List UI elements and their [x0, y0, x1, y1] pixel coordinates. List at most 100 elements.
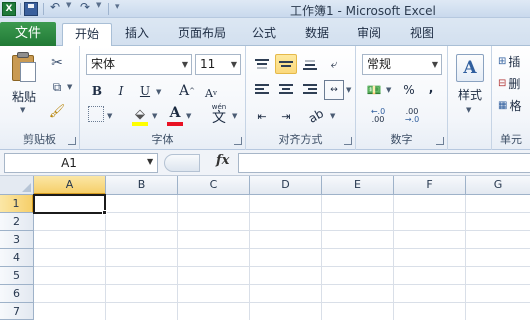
- styles-button[interactable]: 样式: [452, 86, 488, 102]
- comma-style-button[interactable]: ,: [424, 78, 438, 98]
- orientation-icon[interactable]: ab: [302, 102, 329, 129]
- increase-decimal-button[interactable]: ←.0.00: [364, 106, 392, 126]
- fill-color-icon[interactable]: ⬙: [130, 104, 150, 124]
- alignment-dialog-launcher-icon[interactable]: [344, 137, 352, 145]
- chevron-down-icon: ▼: [181, 60, 188, 69]
- tab-review[interactable]: 审阅: [348, 23, 390, 46]
- font-color-icon[interactable]: A: [166, 104, 184, 122]
- styles-dropdown-icon[interactable]: ▼: [466, 106, 471, 114]
- tab-insert[interactable]: 插入: [115, 23, 159, 46]
- worksheet-grid[interactable]: A B C D E F G 1 2 3 4 5 6 7: [0, 176, 530, 320]
- accounting-format-icon[interactable]: 💵: [364, 80, 384, 100]
- insert-cells-button[interactable]: ⊞ 插: [498, 52, 530, 70]
- styles-icon[interactable]: A: [456, 54, 484, 82]
- copy-icon[interactable]: ⧉: [48, 78, 66, 96]
- phonetic-dropdown-icon[interactable]: ▼: [232, 112, 237, 120]
- align-center-icon[interactable]: [276, 80, 296, 100]
- number-format-select[interactable]: 常规 ▼: [362, 54, 442, 75]
- borders-icon[interactable]: [88, 106, 104, 122]
- column-header-g[interactable]: G: [466, 176, 530, 195]
- font-name-select[interactable]: 宋体 ▼: [86, 54, 192, 75]
- formula-input[interactable]: [238, 153, 530, 173]
- ribbon-home: 粘贴 ▼ ✂ ⧉ ▼ 🖌 剪贴板 宋体 ▼ 11 ▼ B I U ▼ A ^ Av…: [0, 46, 530, 150]
- tab-page-layout[interactable]: 页面布局: [166, 23, 238, 46]
- fill-handle[interactable]: [102, 210, 107, 215]
- row-header-4[interactable]: 4: [0, 249, 34, 267]
- formula-bar: A1 ▼ fx: [0, 150, 530, 176]
- wrap-text-icon[interactable]: ⤶: [324, 54, 344, 74]
- insert-function-icon[interactable]: fx: [216, 153, 229, 168]
- cells-group-label: 单元: [500, 133, 522, 146]
- row-header-5[interactable]: 5: [0, 267, 34, 285]
- paste-icon[interactable]: [10, 52, 38, 84]
- font-color-swatch: [167, 122, 183, 126]
- tab-file[interactable]: 文件: [0, 22, 56, 46]
- number-group: 常规 ▼ 💵 ▼ % , ←.0.00 .00 →.0 数字: [356, 46, 448, 150]
- percent-style-button[interactable]: %: [400, 80, 418, 100]
- row-header-7[interactable]: 7: [0, 303, 34, 320]
- clipboard-dialog-launcher-icon[interactable]: [68, 137, 76, 145]
- chevron-down-icon: ▼: [431, 60, 438, 69]
- grid-line: [34, 284, 530, 285]
- merge-dropdown-icon[interactable]: ▼: [346, 86, 351, 94]
- copy-dropdown-icon[interactable]: ▼: [67, 83, 72, 91]
- align-bottom-icon[interactable]: [300, 54, 320, 74]
- shrink-font-button[interactable]: Av: [202, 84, 220, 102]
- ribbon-tab-bar: 文件 开始 插入 页面布局 公式 数据 审阅 视图: [0, 18, 530, 47]
- number-format-value: 常规: [367, 57, 392, 71]
- column-header-d[interactable]: D: [250, 176, 322, 195]
- column-header-a[interactable]: A: [34, 176, 106, 195]
- column-header-b[interactable]: B: [106, 176, 178, 195]
- column-header-c[interactable]: C: [178, 176, 250, 195]
- format-cells-label: 格: [509, 98, 522, 113]
- orientation-dropdown-icon[interactable]: ▼: [330, 112, 335, 120]
- tab-data[interactable]: 数据: [296, 23, 338, 46]
- row-header-6[interactable]: 6: [0, 285, 34, 303]
- name-box[interactable]: A1: [4, 153, 158, 173]
- merge-center-icon[interactable]: ↔: [324, 80, 344, 100]
- underline-dropdown-icon[interactable]: ▼: [156, 88, 161, 96]
- active-cell-a1[interactable]: [33, 194, 106, 214]
- format-cells-icon: ▦: [498, 99, 508, 111]
- name-box-dropdown-icon[interactable]: ▼: [147, 157, 153, 166]
- delete-cells-label: 删: [508, 76, 521, 91]
- tab-formulas[interactable]: 公式: [243, 23, 285, 46]
- align-top-icon[interactable]: [252, 54, 272, 74]
- row-header-3[interactable]: 3: [0, 231, 34, 249]
- number-group-label: 数字: [390, 133, 413, 146]
- font-dialog-launcher-icon[interactable]: [234, 137, 242, 145]
- select-all-button[interactable]: [0, 176, 34, 195]
- align-right-icon[interactable]: [300, 80, 320, 100]
- format-cells-button[interactable]: ▦ 格: [498, 96, 530, 114]
- bold-button[interactable]: B: [88, 82, 106, 100]
- align-left-icon[interactable]: [252, 80, 272, 100]
- font-size-select[interactable]: 11 ▼: [195, 54, 241, 75]
- grid-line: [34, 302, 530, 303]
- delete-cells-button[interactable]: ⊟ 删: [498, 74, 530, 92]
- fill-color-dropdown-icon[interactable]: ▼: [152, 112, 157, 120]
- decrease-indent-icon[interactable]: ⇤: [252, 106, 272, 126]
- underline-button[interactable]: U: [136, 82, 154, 100]
- tab-view[interactable]: 视图: [401, 23, 443, 46]
- paste-dropdown-icon[interactable]: ▼: [20, 106, 25, 114]
- grow-font-button[interactable]: A ^: [178, 82, 196, 100]
- accounting-dropdown-icon[interactable]: ▼: [386, 86, 391, 94]
- align-middle-icon[interactable]: [275, 54, 297, 74]
- column-header-f[interactable]: F: [394, 176, 466, 195]
- increase-indent-icon[interactable]: ⇥: [276, 106, 296, 126]
- borders-dropdown-icon[interactable]: ▼: [107, 112, 112, 120]
- row-header-1[interactable]: 1: [0, 195, 34, 213]
- decrease-decimal-button[interactable]: .00 →.0: [398, 106, 426, 126]
- clipboard-group: 粘贴 ▼ ✂ ⧉ ▼ 🖌 剪贴板: [0, 46, 80, 150]
- format-painter-icon[interactable]: 🖌: [48, 102, 66, 120]
- row-header-2[interactable]: 2: [0, 213, 34, 231]
- phonetic-guide-button[interactable]: wén 文: [208, 102, 230, 126]
- number-dialog-launcher-icon[interactable]: [436, 137, 444, 145]
- formula-bar-grip[interactable]: [164, 154, 200, 172]
- tab-home[interactable]: 开始: [62, 23, 112, 47]
- paste-button[interactable]: 粘贴: [6, 88, 42, 104]
- cut-icon[interactable]: ✂: [48, 54, 66, 72]
- italic-button[interactable]: I: [112, 82, 130, 100]
- column-header-e[interactable]: E: [322, 176, 394, 195]
- font-color-dropdown-icon[interactable]: ▼: [186, 112, 191, 120]
